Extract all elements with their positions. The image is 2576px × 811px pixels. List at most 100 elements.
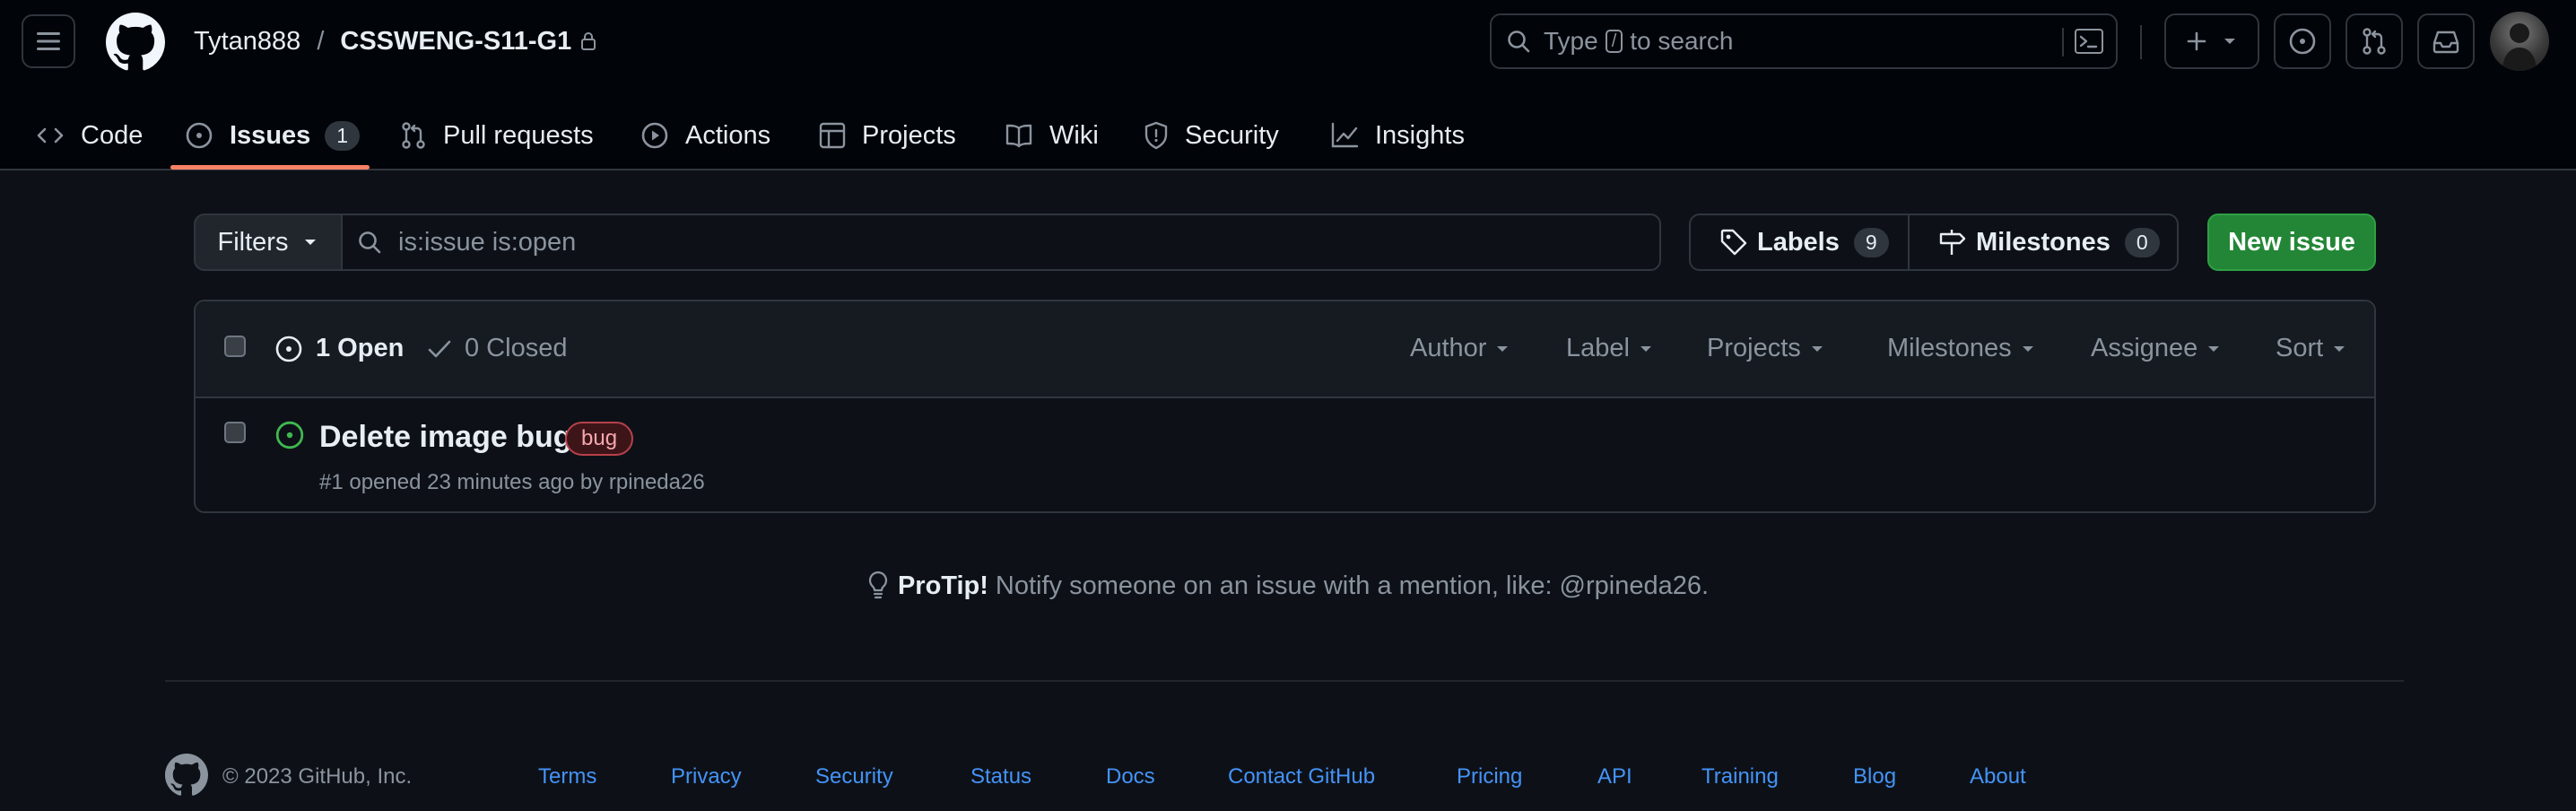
- caret-down-icon: [305, 240, 317, 245]
- global-search[interactable]: Type / to search: [1490, 13, 2118, 69]
- hamburger-icon: [37, 32, 60, 50]
- open-issues-filter[interactable]: 1 Open: [274, 334, 404, 363]
- caret-down-icon: [1811, 345, 1823, 352]
- owner-link[interactable]: Tytan888: [194, 27, 300, 57]
- issue-opened-icon: [275, 421, 304, 449]
- plus-icon: [2187, 31, 2206, 51]
- avatar-silhouette-icon: [2502, 23, 2537, 71]
- user-avatar[interactable]: [2490, 12, 2549, 71]
- tab-projects[interactable]: Projects: [819, 100, 956, 170]
- assignee-filter-label: Assignee: [2091, 334, 2198, 362]
- issue-opened-icon: [2289, 28, 2316, 55]
- closed-issues-filter[interactable]: 0 Closed: [427, 334, 567, 363]
- book-icon: [1005, 124, 1032, 148]
- table-icon: [819, 122, 846, 149]
- tab-code[interactable]: Code: [36, 100, 143, 170]
- protip: ProTip! Notify someone on an issue with …: [0, 571, 2576, 601]
- chevron-down-icon: [2224, 39, 2235, 44]
- sort-dropdown[interactable]: Sort: [2276, 334, 2346, 363]
- footer-link-api[interactable]: API: [1597, 764, 1632, 789]
- tab-wiki[interactable]: Wiki: [1005, 100, 1099, 170]
- tab-code-label: Code: [81, 120, 144, 150]
- tab-wiki-label: Wiki: [1049, 120, 1099, 150]
- footer-divider: [165, 680, 2404, 682]
- tab-insights[interactable]: Insights: [1330, 100, 1465, 170]
- active-tab-underline: [170, 165, 370, 170]
- shield-icon: [1144, 121, 1168, 150]
- tab-issues-label: Issues: [230, 120, 311, 150]
- issues-list-header: 1 Open 0 Closed Author Label Projects Mi…: [196, 301, 2374, 398]
- caret-down-icon: [1497, 345, 1509, 352]
- footer-link-status[interactable]: Status: [970, 764, 1031, 789]
- tag-icon: [1720, 229, 1747, 256]
- filters-label: Filters: [217, 227, 289, 257]
- projects-filter-label: Projects: [1707, 334, 1801, 362]
- author-filter-label: Author: [1410, 334, 1487, 362]
- search-hint-prefix: Type: [1544, 27, 1598, 55]
- tab-issues[interactable]: Issues 1: [185, 100, 361, 170]
- tab-security[interactable]: Security: [1144, 100, 1279, 170]
- global-menu-button[interactable]: [22, 14, 75, 68]
- milestones-filter-label: Milestones: [1887, 334, 2012, 362]
- protip-heading: ProTip!: [897, 571, 988, 600]
- footer-link-terms[interactable]: Terms: [538, 764, 596, 789]
- tab-actions-label: Actions: [685, 120, 771, 150]
- protip-text: Notify someone on an issue with a mentio…: [995, 571, 1710, 600]
- command-palette-icon[interactable]: [2075, 29, 2103, 54]
- lock-icon: [581, 32, 596, 50]
- closed-count-label: 0 Closed: [465, 334, 568, 362]
- git-pull-request-icon: [402, 122, 425, 149]
- issues-list: 1 Open 0 Closed Author Label Projects Mi…: [194, 300, 2376, 513]
- milestones-button[interactable]: Milestones 0: [1910, 215, 2160, 269]
- footer-link-pricing[interactable]: Pricing: [1457, 764, 1522, 789]
- issue-search-input[interactable]: [396, 226, 1566, 258]
- footer-link-blog[interactable]: Blog: [1853, 764, 1896, 789]
- bug-label[interactable]: bug: [565, 422, 634, 456]
- issue-author-link[interactable]: rpineda26: [609, 470, 705, 494]
- issue-opened-icon: [186, 122, 213, 149]
- labels-milestones-group: Labels 9 Milestones 0: [1689, 214, 2179, 271]
- light-bulb-icon: [868, 571, 888, 599]
- github-logo[interactable]: [165, 754, 208, 797]
- github-logo[interactable]: [106, 13, 165, 72]
- filters-dropdown[interactable]: Filters: [194, 214, 343, 271]
- tab-security-label: Security: [1185, 120, 1279, 150]
- check-icon: [428, 340, 451, 357]
- inbox-button[interactable]: [2417, 13, 2475, 69]
- footer-link-training[interactable]: Training: [1701, 764, 1779, 789]
- milestones-filter[interactable]: Milestones: [1887, 334, 2035, 363]
- new-issue-button[interactable]: New issue: [2207, 214, 2376, 271]
- code-icon: [37, 127, 64, 144]
- select-all-checkbox[interactable]: [224, 336, 246, 357]
- git-pull-request-icon: [2363, 28, 2386, 55]
- caret-down-icon: [2334, 345, 2345, 352]
- tab-pull-requests[interactable]: Pull requests: [400, 100, 594, 170]
- create-new-button[interactable]: [2164, 13, 2259, 69]
- issues-shortcut-button[interactable]: [2274, 13, 2331, 69]
- projects-filter[interactable]: Projects: [1707, 334, 1824, 363]
- label-filter[interactable]: Label: [1566, 334, 1653, 363]
- issue-row: Delete image bug bug #1 opened 23 minute…: [196, 398, 2374, 511]
- footer-link-security[interactable]: Security: [815, 764, 893, 789]
- labels-label: Labels: [1757, 227, 1840, 257]
- issue-search-field[interactable]: [341, 214, 1661, 271]
- label-filter-label: Label: [1566, 334, 1630, 362]
- search-icon: [359, 231, 381, 254]
- tab-insights-label: Insights: [1375, 120, 1465, 150]
- footer-link-contact[interactable]: Contact GitHub: [1228, 764, 1375, 789]
- footer-link-about[interactable]: About: [1970, 764, 2026, 789]
- repo-link[interactable]: CSSWENG-S11-G1: [340, 27, 571, 57]
- author-filter[interactable]: Author: [1410, 334, 1510, 363]
- footer-link-privacy[interactable]: Privacy: [671, 764, 742, 789]
- milestones-count-badge: 0: [2124, 227, 2160, 257]
- footer-link-docs[interactable]: Docs: [1106, 764, 1155, 789]
- pull-requests-shortcut-button[interactable]: [2345, 13, 2403, 69]
- issue-select-checkbox[interactable]: [224, 422, 246, 443]
- repo-header: Tytan888 / CSSWENG-S11-G1 Type / to sear…: [0, 0, 2576, 170]
- issue-title-link[interactable]: Delete image bug: [319, 420, 572, 455]
- labels-button[interactable]: Labels 9: [1691, 215, 1910, 269]
- footer-copyright: © 2023 GitHub, Inc.: [222, 764, 413, 789]
- assignee-filter[interactable]: Assignee: [2091, 334, 2221, 363]
- search-shortcut-key: /: [1605, 30, 1623, 53]
- tab-actions[interactable]: Actions: [640, 100, 770, 170]
